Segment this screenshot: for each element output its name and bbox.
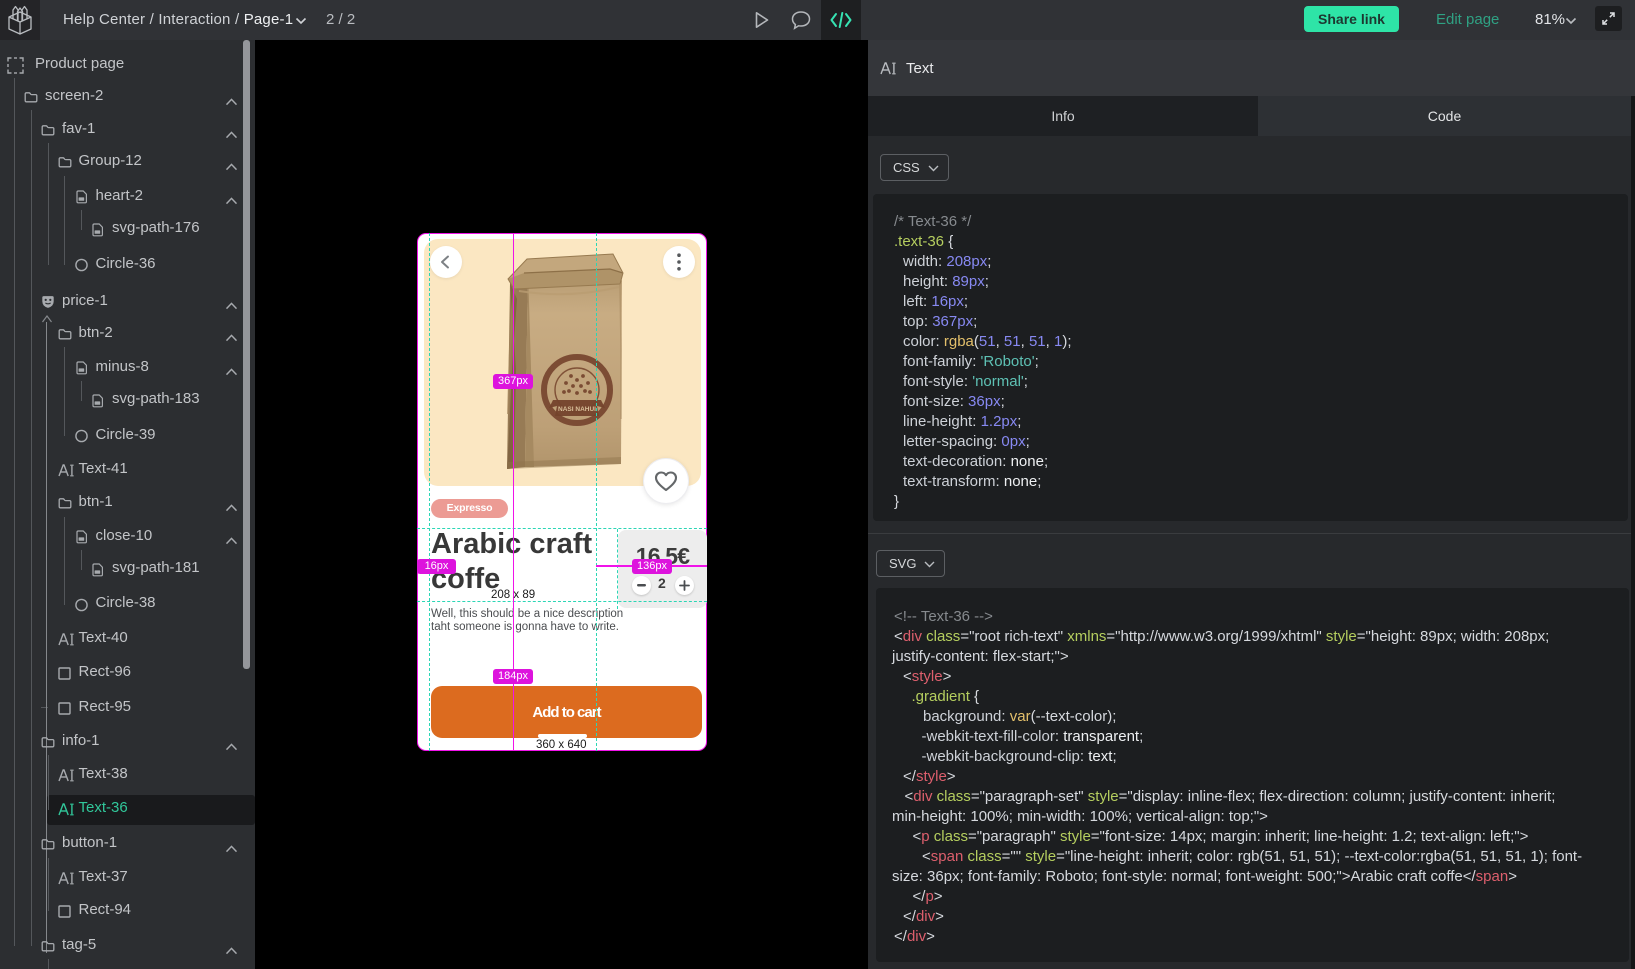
svg-text:NASI NAHUI: NASI NAHUI (558, 406, 596, 413)
